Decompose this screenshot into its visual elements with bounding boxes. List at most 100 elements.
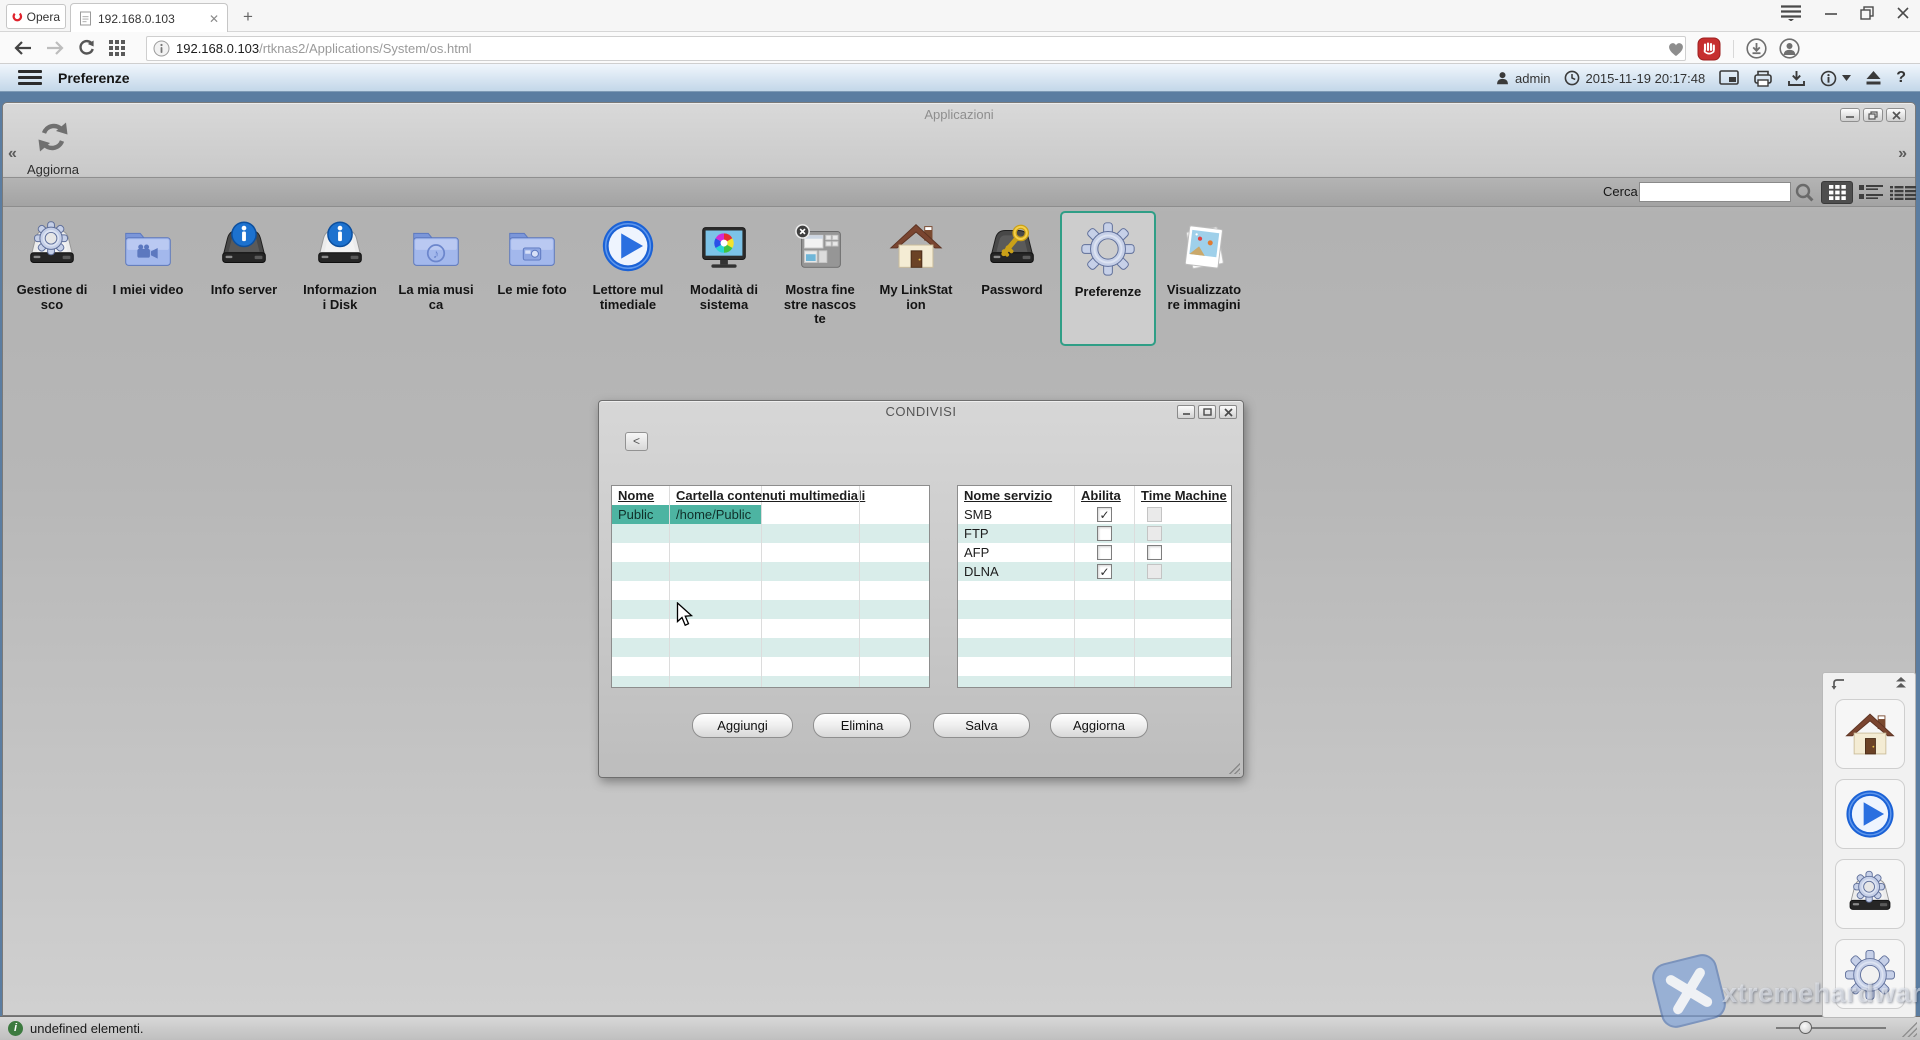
app-server-info[interactable]: Info server [196,213,292,344]
eject-icon[interactable] [1865,70,1882,86]
service-row[interactable] [958,676,1231,688]
app-preferences[interactable]: Preferenze [1060,211,1156,346]
app-disk-info[interactable]: Informazion i Disk [292,213,388,344]
zoom-slider-track[interactable] [1776,1027,1886,1029]
remote-window-icon[interactable] [1719,70,1739,86]
services-table[interactable]: Nome servizioAbilitaTime MachineSMB✓FTPA… [957,485,1232,688]
help-icon[interactable]: ? [1896,69,1906,87]
url-field[interactable]: 192.168.0.103/rtknas2/Applications/Syste… [146,36,1686,61]
dialog-close-icon[interactable] [1219,405,1237,419]
app-media-player[interactable]: Lettore mul timediale [580,213,676,344]
reload-icon[interactable] [78,39,95,56]
app-my-linkstation[interactable]: My LinkStat ion [868,213,964,344]
abilita-checkbox-afp[interactable] [1097,545,1112,560]
services-col-nome[interactable]: Nome servizio [958,486,1075,505]
dialog-back-button[interactable]: < [625,432,648,451]
service-row[interactable]: AFP [958,543,1231,562]
service-row[interactable]: DLNA✓ [958,562,1231,581]
zoom-slider-thumb[interactable] [1799,1021,1812,1034]
refresh-button[interactable]: Aggiorna [21,119,85,177]
share-row[interactable] [612,543,929,562]
collapse-left-chevron[interactable]: « [8,145,17,163]
share-row[interactable] [612,676,929,688]
tab-close-icon[interactable]: ✕ [209,12,219,26]
app-password[interactable]: Password [964,213,1060,344]
shares-table[interactable]: NomeCartella contenuti multimedialiPubli… [611,485,930,688]
share-row[interactable] [612,524,929,543]
site-badge-icon[interactable] [153,40,170,57]
service-row[interactable] [958,619,1231,638]
dock-collapse-icon[interactable] [1895,677,1907,690]
share-row[interactable] [612,581,929,600]
dock-disk-manager[interactable] [1835,859,1905,929]
bookmark-heart-icon[interactable] [1667,41,1685,57]
app-show-hidden-windows[interactable]: Mostra fine stre nascos te [772,213,868,344]
search-icon[interactable] [1795,183,1814,207]
dialog-maximize-icon[interactable] [1198,405,1216,419]
view-grid-icon[interactable] [1821,181,1853,204]
back-icon[interactable] [14,41,32,55]
search-input[interactable] [1639,182,1791,202]
view-details-icon[interactable] [1887,181,1919,204]
service-row[interactable] [958,600,1231,619]
aggiorna-button[interactable]: Aggiorna [1050,713,1148,738]
opera-menu-button[interactable]: Opera [6,4,66,29]
abilita-checkbox-dlna[interactable]: ✓ [1097,564,1112,579]
services-col-abilita[interactable]: Abilita [1075,486,1135,505]
elimina-button[interactable]: Elimina [813,713,911,738]
disk-manager-icon [1841,865,1899,923]
shares-col-cartella[interactable]: Cartella contenuti multimediali [670,486,762,505]
share-row[interactable] [612,638,929,657]
services-col-timemachine[interactable]: Time Machine [1135,486,1231,505]
app-image-viewer[interactable]: Visualizzato re immagini [1156,213,1252,344]
window-minimize-icon[interactable] [1840,108,1860,122]
dock-media-player[interactable] [1835,779,1905,849]
timemachine-checkbox-afp[interactable] [1147,545,1162,560]
app-my-photos[interactable]: Le mie foto [484,213,580,344]
dialog-resize-grip[interactable] [1228,762,1240,774]
aggiungi-button[interactable]: Aggiungi [692,713,793,738]
info-dropdown-icon[interactable] [1820,70,1851,87]
menu-icon[interactable] [18,70,42,85]
account-icon[interactable] [1779,38,1800,59]
browser-menu-icon[interactable] [1780,4,1802,21]
abilita-checkbox-ftp[interactable] [1097,526,1112,541]
service-row[interactable] [958,581,1231,600]
dock-return-icon[interactable] [1831,677,1846,691]
abilita-checkbox-smb[interactable]: ✓ [1097,507,1112,522]
view-list-icon[interactable] [1855,181,1887,204]
share-row[interactable]: Public/home/Public [612,505,929,524]
window-close-icon[interactable] [1886,108,1906,122]
app-disk-manager[interactable]: Gestione di sco [4,213,100,344]
app-system-mode[interactable]: Modalità di sistema [676,213,772,344]
speeddial-grid-icon[interactable] [109,40,125,56]
expand-right-chevron[interactable]: » [1898,145,1907,163]
new-tab-button[interactable]: + [238,7,258,27]
share-row[interactable] [612,562,929,581]
service-row[interactable] [958,638,1231,657]
restore-icon[interactable] [1860,6,1874,20]
browser-tab[interactable]: 192.168.0.103 ✕ [70,3,228,33]
share-row[interactable] [612,600,929,619]
salva-button[interactable]: Salva [933,713,1030,738]
app-icon-grid: Gestione di sco I miei video Info server… [3,211,1915,351]
adblock-badge-icon[interactable] [1697,37,1721,61]
close-window-icon[interactable] [1896,6,1910,20]
share-row[interactable] [612,619,929,638]
shares-col-nome[interactable]: Nome [612,486,670,505]
downloads-icon[interactable] [1746,38,1767,59]
service-row[interactable] [958,657,1231,676]
service-row[interactable]: FTP [958,524,1231,543]
forward-icon[interactable] [46,41,64,55]
window-restore-icon[interactable] [1863,108,1883,122]
share-row[interactable] [612,657,929,676]
dialog-minimize-icon[interactable] [1177,405,1195,419]
printer-icon[interactable] [1753,70,1773,87]
minimize-icon[interactable] [1824,6,1838,20]
dock-my-linkstation[interactable] [1835,699,1905,769]
app-my-music[interactable]: ♪ La mia musi ca [388,213,484,344]
app-my-videos[interactable]: I miei video [100,213,196,344]
download-tray-icon[interactable] [1787,70,1806,87]
url-host: 192.168.0.103 [176,41,259,56]
service-row[interactable]: SMB✓ [958,505,1231,524]
